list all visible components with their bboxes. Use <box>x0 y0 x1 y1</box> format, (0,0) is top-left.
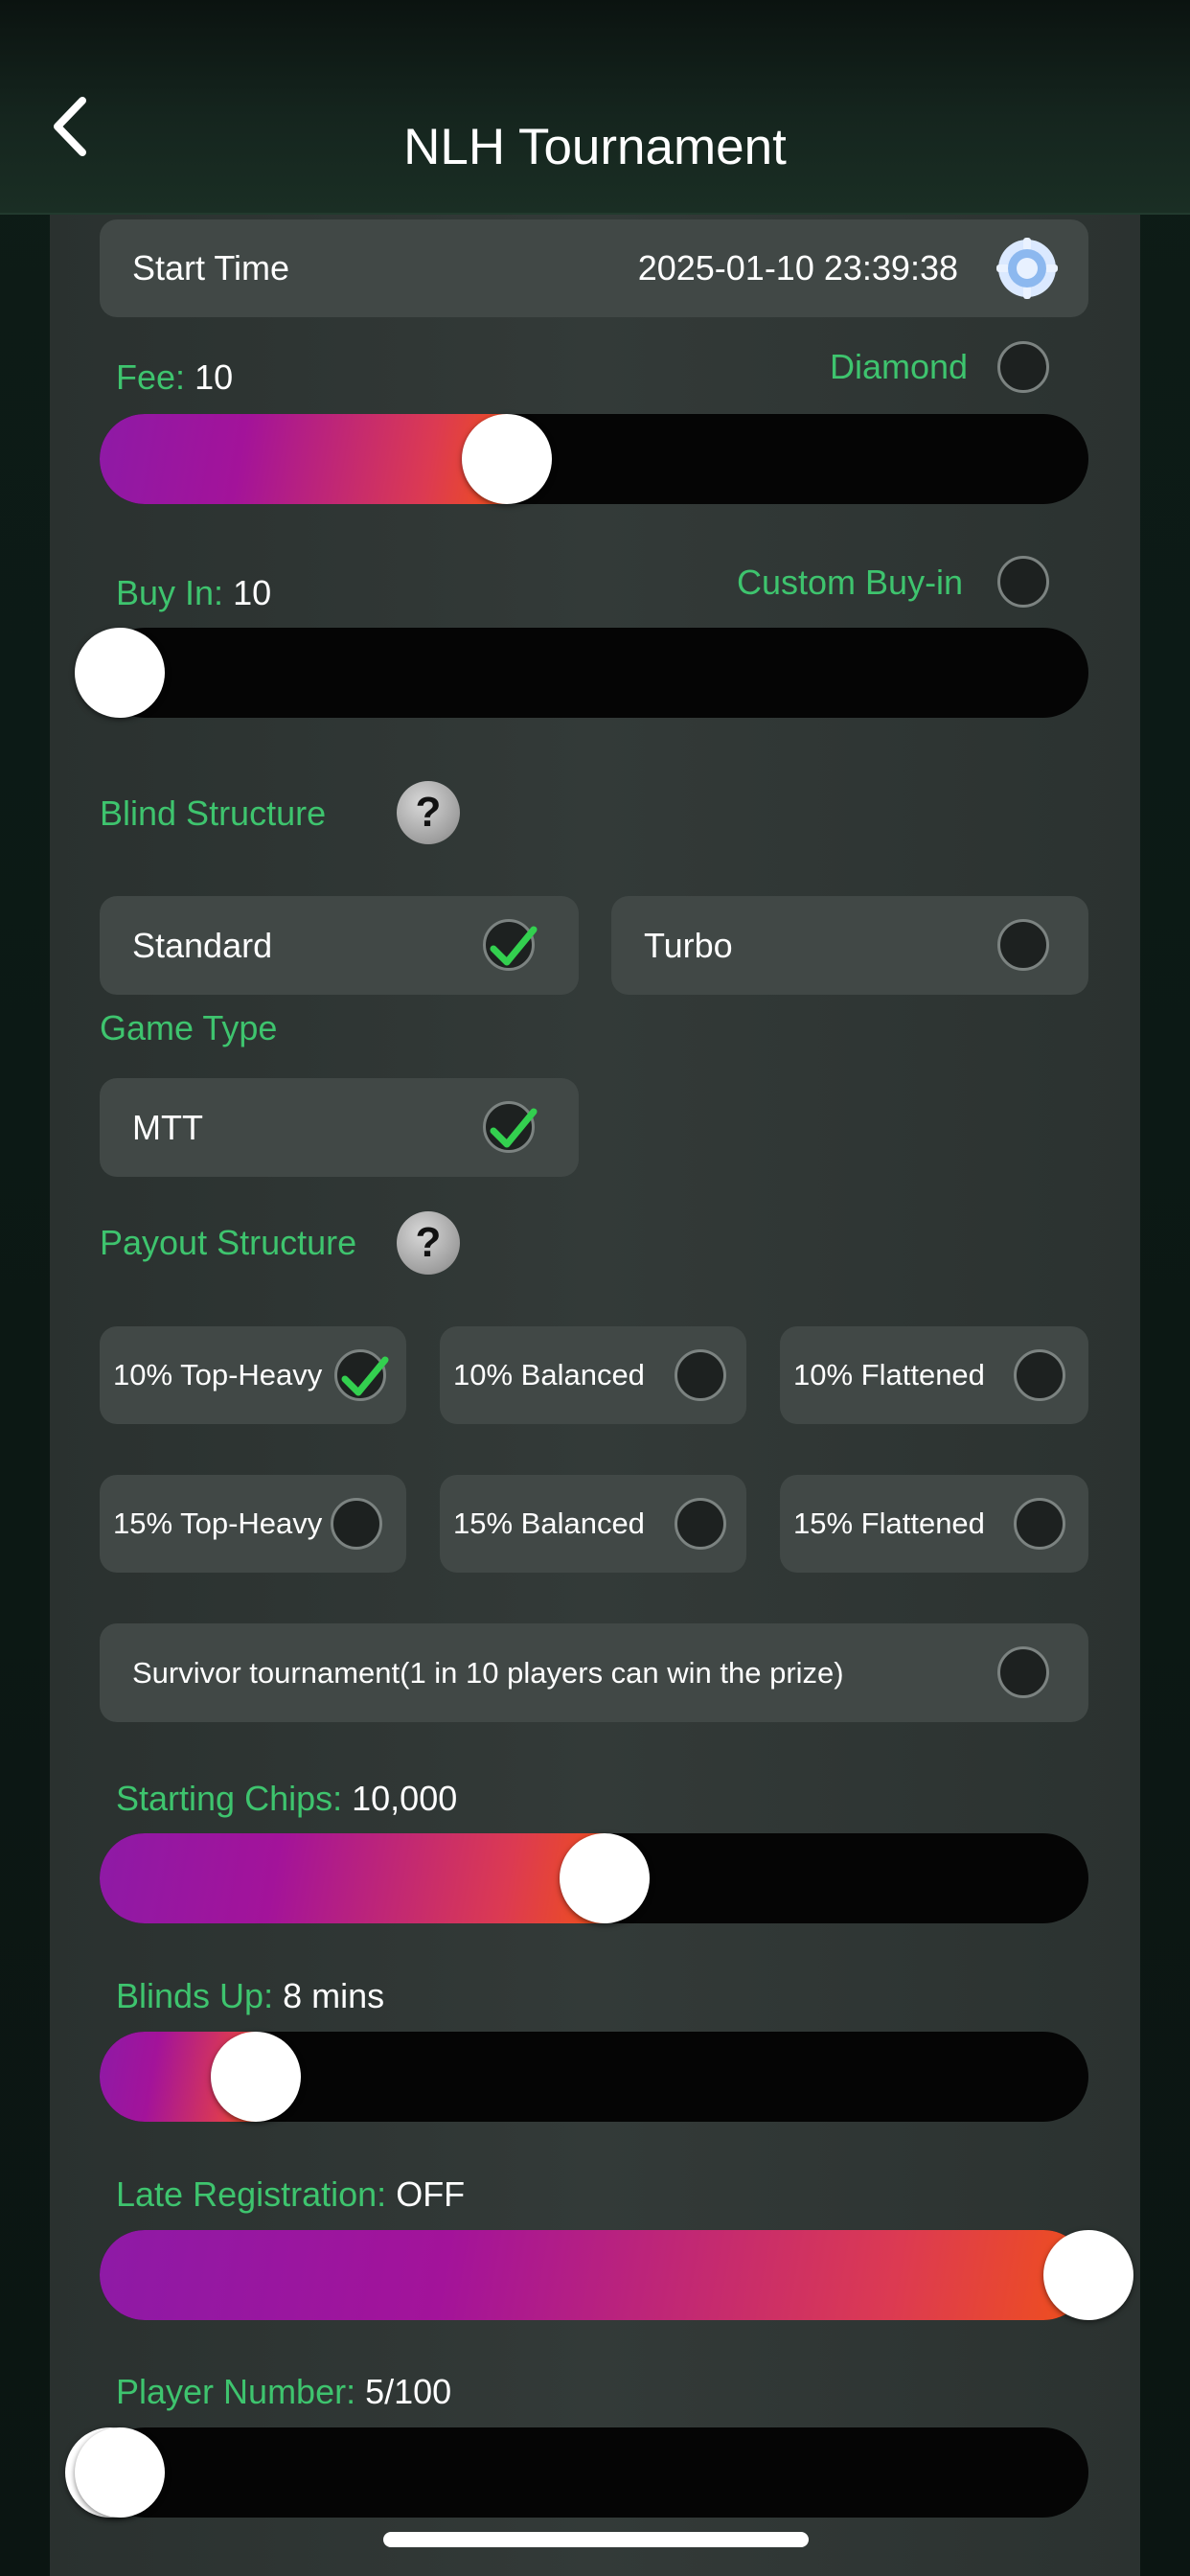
starting-chips-label-text: Starting Chips: <box>116 1779 343 1818</box>
blinds-up-label-text: Blinds Up: <box>116 1976 274 2015</box>
blinds-up-slider-thumb[interactable] <box>210 2032 301 2122</box>
payout-option-label: 15% Top-Heavy <box>113 1506 323 1540</box>
home-indicator <box>383 2532 809 2547</box>
buy-in-label-text: Buy In: <box>116 573 224 612</box>
game-type-label: Game Type <box>100 1008 278 1047</box>
payout-structure-help-icon[interactable]: ? <box>397 1211 460 1275</box>
payout-option-label: 10% Balanced <box>453 1358 645 1392</box>
fee-slider[interactable] <box>100 414 1088 504</box>
payout-radio <box>1014 1498 1065 1550</box>
payout-option-label: 10% Top-Heavy <box>113 1358 323 1392</box>
late-registration-value: OFF <box>396 2174 466 2214</box>
payout-option-15-balanced[interactable]: 15% Balanced <box>440 1475 746 1573</box>
payout-radio <box>1014 1349 1065 1401</box>
starting-chips-value: 10,000 <box>352 1779 458 1818</box>
late-registration-slider[interactable] <box>100 2230 1133 2320</box>
payout-structure-label: Payout Structure <box>100 1223 357 1262</box>
late-registration-label: Late Registration: OFF <box>116 2174 465 2216</box>
fee-value: 10 <box>195 357 234 397</box>
buy-in-slider[interactable] <box>75 628 1088 718</box>
page-title: NLH Tournament <box>403 119 787 175</box>
start-time-label: Start Time <box>132 248 290 288</box>
payout-radio <box>331 1498 382 1550</box>
starting-chips-label: Starting Chips: 10,000 <box>116 1778 457 1820</box>
blind-structure-help-icon[interactable]: ? <box>397 781 460 844</box>
fee-slider-fill <box>100 414 508 504</box>
starting-chips-slider-fill <box>100 1833 605 1923</box>
diamond-radio[interactable] <box>997 341 1049 393</box>
survivor-tournament-label: Survivor tournament(1 in 10 players can … <box>132 1656 844 1690</box>
custom-buy-in-label: Custom Buy-in <box>737 563 964 602</box>
checkmark-icon <box>490 926 538 966</box>
blind-standard-radio <box>483 919 538 971</box>
diamond-option-label: Diamond <box>830 347 969 386</box>
blind-option-standard[interactable]: Standard <box>100 896 579 995</box>
left-margin <box>0 0 50 2576</box>
checkmark-icon <box>490 1108 538 1148</box>
player-number-slider-thumb[interactable] <box>75 2427 165 2518</box>
buy-in-label: Buy In: 10 <box>116 572 271 614</box>
payout-radio <box>334 1349 389 1401</box>
player-number-label-text: Player Number: <box>116 2372 356 2411</box>
blind-structure-label: Blind Structure <box>100 794 327 833</box>
fee-label-text: Fee: <box>116 357 186 397</box>
survivor-tournament-row[interactable]: Survivor tournament(1 in 10 players can … <box>100 1623 1088 1722</box>
payout-option-10-flattened[interactable]: 10% Flattened <box>780 1326 1088 1424</box>
payout-option-15-flattened[interactable]: 15% Flattened <box>780 1475 1088 1573</box>
payout-option-15-top-heavy[interactable]: 15% Top-Heavy <box>100 1475 406 1573</box>
late-registration-slider-fill <box>100 2230 1088 2320</box>
buy-in-slider-thumb[interactable] <box>75 628 165 718</box>
game-type-option-mtt[interactable]: MTT <box>100 1078 579 1177</box>
gear-icon[interactable] <box>995 236 1060 301</box>
blind-option-label: Turbo <box>644 926 733 965</box>
player-number-label: Player Number: 5/100 <box>116 2371 451 2413</box>
checkmark-icon <box>341 1356 389 1396</box>
payout-option-10-balanced[interactable]: 10% Balanced <box>440 1326 746 1424</box>
blind-turbo-radio <box>997 919 1049 971</box>
fee-label: Fee: 10 <box>116 356 233 399</box>
payout-option-10-top-heavy[interactable]: 10% Top-Heavy <box>100 1326 406 1424</box>
payout-option-label: 15% Balanced <box>453 1506 645 1540</box>
starting-chips-slider[interactable] <box>100 1833 1088 1923</box>
buy-in-value: 10 <box>233 573 272 612</box>
start-time-row[interactable]: Start Time 2025-01-10 23:39:38 <box>100 219 1088 317</box>
survivor-radio <box>997 1646 1049 1698</box>
player-number-slider[interactable] <box>65 2427 1088 2518</box>
blinds-up-value: 8 mins <box>283 1976 385 2015</box>
blind-option-turbo[interactable]: Turbo <box>611 896 1088 995</box>
payout-option-label: 15% Flattened <box>793 1506 985 1540</box>
mtt-radio <box>483 1101 538 1153</box>
custom-buy-in-radio[interactable] <box>997 556 1049 608</box>
blinds-up-label: Blinds Up: 8 mins <box>116 1975 384 2017</box>
late-registration-slider-thumb[interactable] <box>1043 2230 1133 2320</box>
payout-radio <box>675 1498 726 1550</box>
fee-slider-thumb[interactable] <box>462 414 553 504</box>
blind-option-label: Standard <box>132 926 273 965</box>
late-registration-label-text: Late Registration: <box>116 2174 387 2214</box>
payout-radio <box>675 1349 726 1401</box>
right-margin <box>1140 0 1190 2576</box>
payout-option-label: 10% Flattened <box>793 1358 985 1392</box>
player-number-value: 5/100 <box>365 2372 452 2411</box>
game-type-option-label: MTT <box>132 1108 203 1147</box>
starting-chips-slider-thumb[interactable] <box>559 1833 650 1923</box>
blinds-up-slider[interactable] <box>100 2032 1088 2122</box>
header-bar: NLH Tournament <box>0 0 1190 215</box>
start-time-value: 2025-01-10 23:39:38 <box>637 248 958 288</box>
